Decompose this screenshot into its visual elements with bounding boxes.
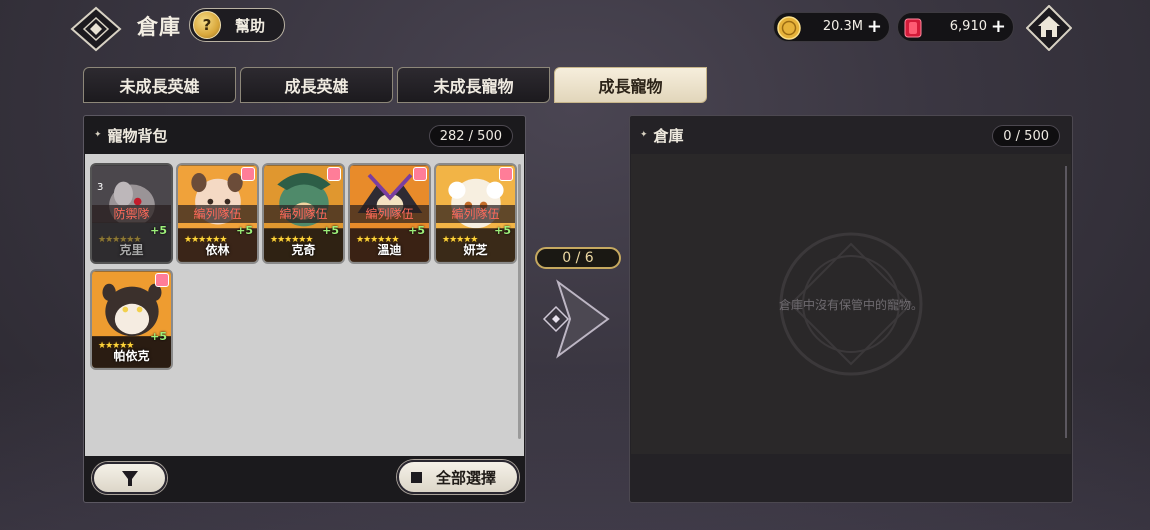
pet-enhance: +5 [322,224,339,237]
help-button[interactable]: ? 幫助 [189,8,285,42]
page-title: 倉庫 [137,15,181,39]
pet-status-badge: 編列隊伍 [264,205,343,223]
lock-icon [155,273,169,287]
pet-enhance: +5 [150,330,167,343]
tab-ungrown-heroes[interactable]: 未成長英雄 [83,67,236,103]
lock-icon [241,167,255,181]
pet-enhance: +5 [236,224,253,237]
pet-name: 依林 [205,243,230,257]
question-icon: ? [193,11,221,39]
filter-button[interactable] [92,462,167,494]
help-label: 幫助 [235,16,266,35]
select-all-label: 全部選擇 [436,468,497,487]
pet-name: 帕依克 [113,349,150,363]
pet-card[interactable]: 編列隊伍 +5 ★★★★★ 妍芝 [434,163,517,264]
pet-grid: 3 防禦隊 +5 ★★★★★★ 克里 編列隊伍 +5 ★★★★★★ 依林 編列隊… [85,154,524,456]
pet-name: 妍芝 [463,243,488,257]
pet-status-badge: 防禦隊 [92,205,171,223]
pet-card[interactable]: +5 ★★★★★ 帕依克 [90,269,173,370]
home-button[interactable] [1025,4,1073,52]
pet-grid-scrollbar[interactable] [518,164,521,439]
pet-bag-title: 寵物背包 [107,126,168,145]
storage-grid: 倉庫中沒有保管中的寵物。 [631,154,1071,454]
pet-enhance: +5 [408,224,425,237]
empty-storage-message: 倉庫中沒有保管中的寵物。 [778,298,923,312]
pet-status-badge: 編列隊伍 [350,205,429,223]
tab-grown-pets[interactable]: 成長寵物 [554,67,707,103]
back-button[interactable] [70,6,122,52]
pet-name: 克里 [119,243,144,257]
gem-value: 6,910 [949,19,987,34]
pet-card[interactable]: 編列隊伍 +5 ★★★★★★ 溫迪 [348,163,431,264]
lock-icon [499,167,513,181]
add-gem-button[interactable]: + [991,16,1006,37]
transfer-arrow-icon[interactable] [540,278,612,360]
pet-name: 溫迪 [377,243,402,257]
add-gold-button[interactable]: + [867,16,882,37]
home-icon [1025,4,1073,52]
storage-panel: ✦ 倉庫 0 / 500 倉庫中沒有保管中的寵物。 [629,115,1073,503]
storage-header: ✦ 倉庫 0 / 500 [630,116,1072,154]
pet-enhance: +5 [150,224,167,237]
transfer-count: 0 / 6 [535,247,621,269]
pet-name: 克奇 [291,243,316,257]
header-star-icon: ✦ [640,130,648,140]
lock-icon [413,167,427,181]
gold-currency: 20.3M + [773,12,890,42]
gem-currency: 6,910 + [897,12,1014,42]
tab-grown-heroes[interactable]: 成長英雄 [240,67,393,103]
gold-value: 20.3M [822,19,863,34]
pet-enhance: +5 [494,224,511,237]
header-star-icon: ✦ [94,130,102,140]
back-arrow-icon [70,6,122,52]
pet-bag-header: ✦ 寵物背包 282 / 500 [84,116,525,154]
ruby-icon [904,18,922,38]
pet-bag-count: 282 / 500 [428,125,513,147]
filter-icon [122,471,138,486]
storage-scrollbar[interactable] [1065,166,1067,438]
pet-bag-panel: ✦ 寵物背包 282 / 500 3 防禦隊 +5 ★★★★★★ 克里 編列隊伍… [83,115,526,503]
select-all-checkbox[interactable] [411,471,422,483]
pet-card[interactable]: 編列隊伍 +5 ★★★★★★ 克奇 [262,163,345,264]
pet-card[interactable]: 編列隊伍 +5 ★★★★★★ 依林 [176,163,259,264]
pet-status-badge: 編列隊伍 [436,205,515,223]
storage-count: 0 / 500 [992,125,1060,147]
select-all-button[interactable]: 全部選擇 [397,460,519,494]
pet-bag-footer: 全部選擇 [84,454,525,502]
tab-ungrown-pets[interactable]: 未成長寵物 [397,67,550,103]
pet-level: 3 [97,182,104,193]
storage-title: 倉庫 [653,126,684,145]
pet-status-badge: 編列隊伍 [178,205,257,223]
gold-coin-icon [777,16,801,40]
lock-icon [327,167,341,181]
pet-card[interactable]: 3 防禦隊 +5 ★★★★★★ 克里 [90,163,173,264]
